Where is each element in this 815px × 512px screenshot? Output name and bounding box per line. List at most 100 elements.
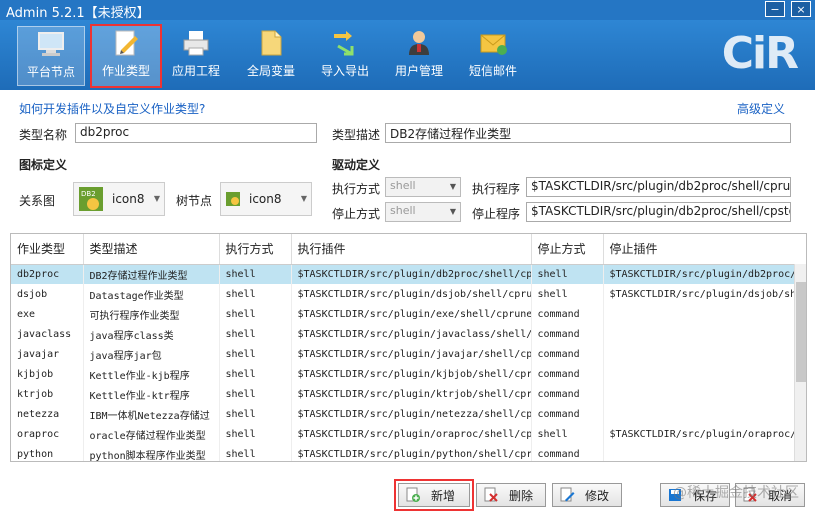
column-header[interactable]: 作业类型: [11, 234, 84, 265]
table-row[interactable]: python python脚本程序作业类型 shell $TASKCTLDIR/src…: [11, 444, 806, 461]
relation-icon-select[interactable]: DB2 icon8 ▼: [73, 182, 165, 216]
table-row[interactable]: ktrjob Kettle作业-ktr程序 shell $TASKCTLDIR/src…: [11, 384, 806, 404]
exec-mode-select[interactable]: shell ▼: [385, 177, 461, 197]
vertical-scrollbar[interactable]: [794, 264, 806, 461]
toolbar-item-label: 全局变量: [246, 64, 295, 78]
stop-mode-select[interactable]: shell ▼: [385, 202, 461, 222]
column-header[interactable]: 类型描述: [83, 234, 220, 265]
stop-mode-label: 停止方式: [332, 207, 381, 221]
table-cell: command: [531, 344, 604, 364]
table-cell: javaclass: [11, 324, 84, 344]
table-cell: oracle存储过程作业类型: [83, 424, 220, 444]
type-desc-label: 类型描述: [332, 128, 381, 142]
edit-button[interactable]: 修改: [552, 483, 622, 507]
table-cell: shell: [219, 284, 292, 304]
table-cell: [603, 444, 806, 461]
table-cell: java程序jar包: [83, 344, 220, 364]
toolbar-item-global-vars[interactable]: 全局变量: [237, 26, 305, 86]
driver-definition-heading: 驱动定义: [332, 158, 381, 172]
toolbar-item-app-projects[interactable]: 应用工程: [162, 26, 230, 86]
table-cell: command: [531, 304, 604, 324]
table-cell: $TASKCTLDIR/src/plugin/python/shell/cpru: [291, 444, 532, 461]
svg-text:DB2: DB2: [81, 190, 96, 198]
advanced-definition-link[interactable]: 高级定义: [737, 100, 785, 117]
job-type-form: 如何开发插件以及自定义作业类型? 高级定义 类型名称 db2proc 类型描述 …: [0, 90, 815, 230]
table-cell: command: [531, 364, 604, 384]
table-row[interactable]: javajar java程序jar包 shell $TASKCTLDIR/src/pl…: [11, 344, 806, 364]
delete-button[interactable]: 删除: [476, 483, 546, 507]
table-cell: $TASKCTLDIR/src/plugin/dsjob/shell/: [603, 284, 806, 304]
column-header[interactable]: 执行插件: [291, 234, 532, 265]
table-cell: shell: [219, 364, 292, 384]
table-cell: $TASKCTLDIR/src/plugin/oraproc/shell/cpr…: [291, 424, 532, 444]
type-desc-input[interactable]: DB2存储过程作业类型: [385, 123, 791, 143]
window-title: Admin 5.2.1【未授权】: [6, 6, 150, 21]
add-doc-icon: [406, 487, 420, 502]
printer-icon: [183, 31, 209, 56]
user-icon: [409, 31, 429, 55]
toolbar-item-label: 短信邮件: [468, 64, 517, 78]
stop-program-input[interactable]: $TASKCTLDIR/src/plugin/db2proc/shell/cps…: [526, 202, 791, 222]
table-cell: shell: [531, 424, 604, 444]
type-name-label: 类型名称: [19, 128, 68, 142]
table-cell: $TASKCTLDIR/src/plugin/kjbjob/shell/cpru…: [291, 364, 532, 384]
table-cell: [603, 384, 806, 404]
relation-icon-name: icon8: [112, 192, 145, 206]
table-cell: command: [531, 324, 604, 344]
main-toolbar: 平台节点 作业类型 应用工程 全局变量 导入导出 用户管理 短信邮件 CiR: [0, 20, 815, 90]
table-cell: shell: [219, 264, 292, 284]
table-cell: $TASKCTLDIR/src/plugin/db2proc/shell/cpr…: [291, 264, 532, 284]
table-cell: [603, 364, 806, 384]
stop-mode-value: shell: [390, 204, 416, 217]
table-cell: DB2存储过程作业类型: [83, 264, 220, 284]
toolbar-item-platform-nodes[interactable]: 平台节点: [17, 26, 85, 86]
table-cell: command: [531, 444, 604, 461]
table-row[interactable]: exe 可执行程序作业类型 shell $TASKCTLDIR/src/plugin/…: [11, 304, 806, 324]
table-cell: [603, 404, 806, 424]
toolbar-item-label: 导入导出: [320, 64, 369, 78]
table-row[interactable]: kjbjob Kettle作业-kjb程序 shell $TASKCTLDIR/src…: [11, 364, 806, 384]
tree-icon-select[interactable]: icon8 ▼: [220, 182, 312, 216]
edit-icon: [560, 487, 575, 502]
table-cell: Kettle作业-ktr程序: [83, 384, 220, 404]
column-header[interactable]: 停止方式: [531, 234, 604, 265]
close-button[interactable]: ×: [791, 1, 811, 17]
add-button-label: 新增: [431, 488, 456, 503]
toolbar-item-import-export[interactable]: 导入导出: [311, 26, 379, 86]
table-cell: $TASKCTLDIR/src/plugin/javaclass/shell/c…: [291, 324, 532, 344]
table-cell: shell: [219, 444, 292, 461]
table-cell: IBM一体机Netezza存储过: [83, 404, 220, 424]
edit-button-label: 修改: [585, 488, 610, 503]
toolbar-item-sms-mail[interactable]: 短信邮件: [459, 26, 527, 86]
table-cell: dsjob: [11, 284, 84, 304]
toolbar-item-label: 平台节点: [26, 65, 75, 79]
exec-mode-value: shell: [390, 179, 416, 192]
table-row[interactable]: javaclass java程序class类 shell $TASKCTLDIR/sr…: [11, 324, 806, 344]
delete-button-label: 删除: [509, 488, 534, 503]
table-cell: exe: [11, 304, 84, 324]
monitor-icon: [38, 32, 64, 56]
tree-node-label: 树节点: [176, 194, 213, 208]
table-cell: shell: [531, 264, 604, 284]
exec-program-input[interactable]: $TASKCTLDIR/src/plugin/db2proc/shell/cpr…: [526, 177, 791, 197]
table-row[interactable]: dsjob Datastage作业类型 shell $TASKCTLDIR/src/p…: [11, 284, 806, 304]
minimize-button[interactable]: −: [765, 1, 785, 17]
column-header[interactable]: 执行方式: [219, 234, 292, 265]
table-cell: [603, 344, 806, 364]
toolbar-item-user-management[interactable]: 用户管理: [385, 26, 453, 86]
add-button[interactable]: 新增: [394, 479, 474, 511]
table-row[interactable]: oraproc oracle存储过程作业类型 shell $TASKCTLDIR/sr…: [11, 424, 806, 444]
table-cell: command: [531, 384, 604, 404]
table-cell: $TASKCTLDIR/src/plugin/dsjob/shell/cprun…: [291, 284, 532, 304]
scrollbar-thumb[interactable]: [796, 282, 806, 382]
exec-program-label: 执行程序: [472, 182, 521, 196]
table-cell: Datastage作业类型: [83, 284, 220, 304]
title-bar: Admin 5.2.1【未授权】 − ×: [0, 0, 815, 21]
toolbar-item-job-types[interactable]: 作业类型: [90, 24, 162, 88]
table-row[interactable]: netezza IBM一体机Netezza存储过 shell $TASKCTLDIR/…: [11, 404, 806, 424]
help-link[interactable]: 如何开发插件以及自定义作业类型?: [19, 100, 205, 117]
db2-small-icon: [226, 192, 240, 206]
table-row[interactable]: db2proc DB2存储过程作业类型 shell $TASKCTLDIR/src/p…: [11, 264, 806, 284]
column-header[interactable]: 停止插件: [603, 234, 806, 265]
type-name-input[interactable]: db2proc: [75, 123, 317, 143]
